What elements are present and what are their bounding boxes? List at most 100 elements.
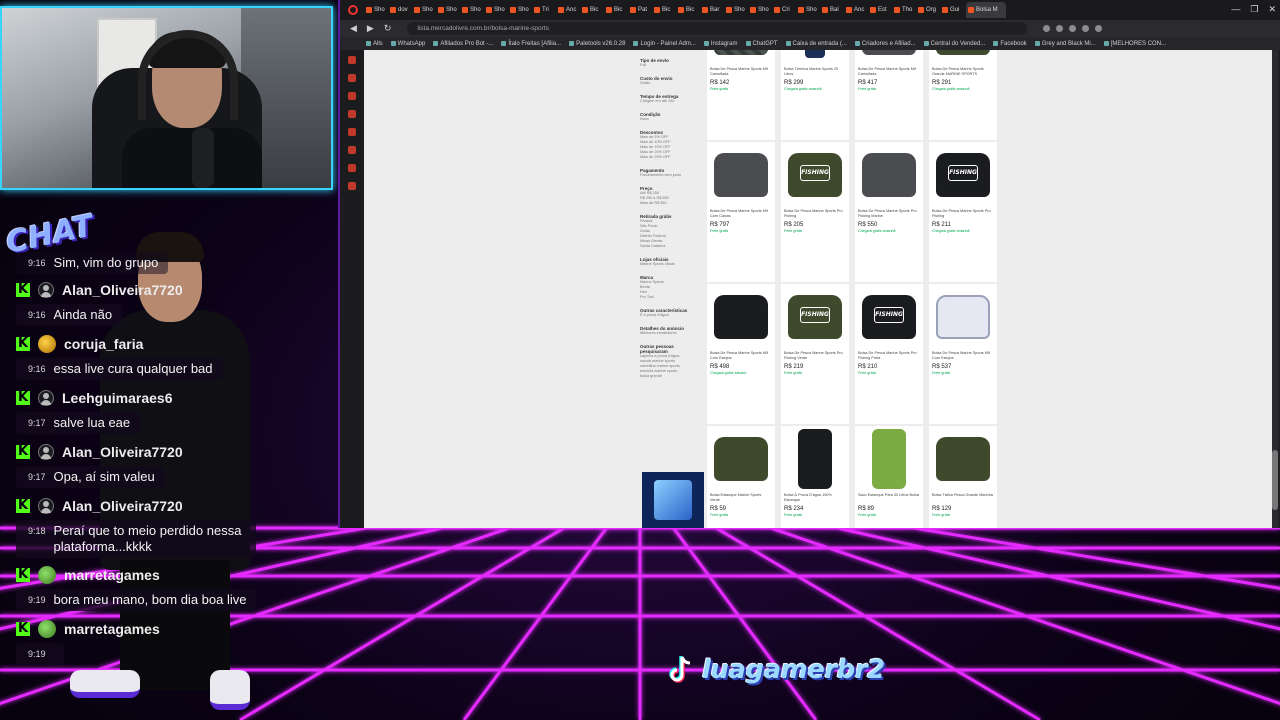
product-image[interactable]	[709, 428, 773, 490]
filter-option[interactable]: Chegam em até 24h	[640, 99, 698, 104]
product-image[interactable]	[931, 428, 995, 490]
filter-option[interactable]: bolsa grande	[640, 374, 698, 379]
close-icon[interactable]: ✕	[1268, 4, 1276, 15]
filter-option[interactable]: Melhores vendedores	[640, 331, 698, 336]
browser-tab[interactable]: Anc	[846, 2, 868, 18]
product-card[interactable]: Bolsa De Pesca Marine Sports Mlf Com Est…	[929, 284, 997, 424]
chat-username[interactable]: coruja_faria	[64, 336, 143, 352]
opera-gx-icon[interactable]	[348, 5, 358, 15]
browser-tab-active[interactable]: Bolsa M	[966, 2, 1006, 18]
filter-option[interactable]: É à prova d'água	[640, 313, 698, 318]
product-title[interactable]: Bolsa Térmica Marine Sports 20 Litros	[781, 66, 849, 80]
bookmark-item[interactable]: Login - Painel Adm...	[633, 41, 696, 47]
product-image[interactable]	[857, 428, 921, 490]
product-title[interactable]: Bolsa De Pesca Marine Sports Pro Fishing…	[855, 350, 923, 364]
product-title[interactable]: Bolsa De Pesca Marine Sports Mlf Com Cai…	[707, 208, 775, 222]
chat-username[interactable]: Alan_Oliveira7720	[62, 498, 183, 514]
product-image[interactable]	[783, 428, 847, 490]
product-card[interactable]: FISHING Bolsa De Pesca Marine Sports Pro …	[855, 284, 923, 424]
menu-icon[interactable]	[1095, 25, 1103, 32]
product-title[interactable]: Bolsa Tática Pesca Grande Marinha	[929, 492, 997, 506]
product-image[interactable]	[857, 50, 921, 64]
browser-tab[interactable]: Bic	[654, 2, 676, 18]
product-card[interactable]: Bolsa De Pesca Marine Sports Mlf Camufla…	[855, 50, 923, 140]
browser-tab[interactable]: Tri	[534, 2, 556, 18]
browser-tab[interactable]: Org	[918, 2, 940, 18]
browser-tab[interactable]: Sho	[438, 2, 460, 18]
browser-tab[interactable]: Sho	[486, 2, 508, 18]
filter-option[interactable]: Santa Catarina	[640, 244, 698, 249]
product-image[interactable]: FISHING	[783, 286, 847, 348]
chat-username[interactable]: Alan_Oliveira7720	[62, 444, 183, 460]
product-card[interactable]: Bolsa De Pesca Marine Sports Mlf Com Cai…	[707, 142, 775, 282]
product-image[interactable]	[931, 286, 995, 348]
sidebar-icon[interactable]	[348, 146, 356, 154]
product-image[interactable]	[709, 144, 773, 206]
filter-option[interactable]: Full	[640, 63, 698, 68]
product-card[interactable]: FISHING Bolsa De Pesca Marine Sports Pro …	[781, 284, 849, 424]
product-title[interactable]: Bolsa De Pesca Marine Sports Mlf Com Est…	[707, 350, 775, 364]
product-image[interactable]: FISHING	[931, 144, 995, 206]
filter-option[interactable]: Grátis	[640, 81, 698, 86]
product-card[interactable]: Bolsa De Pesca Marine Sports Mlf Camufla…	[707, 50, 775, 140]
browser-tab[interactable]: Bal	[822, 2, 844, 18]
product-title[interactable]: Bolsa De Pesca Marine Sports Pro Fishing	[929, 208, 997, 222]
filter-option[interactable]: Parcelamento sem juros	[640, 173, 698, 178]
reload-icon[interactable]: ↻	[384, 23, 392, 34]
product-image[interactable]: FISHING	[783, 144, 847, 206]
product-card[interactable]: Bolsa Estanque Marine Sports Verde R$ 59 F…	[707, 426, 775, 528]
bookmark-item[interactable]: Facebook	[993, 41, 1027, 47]
product-image[interactable]: FISHING	[857, 286, 921, 348]
product-card[interactable]: Saco Estanque Para 30 Litros Bolsa R$ 89 F…	[855, 426, 923, 528]
product-card[interactable]: Bolsa De Pesca Marine Sports Grande MARI…	[929, 50, 997, 140]
filter-option[interactable]: Novo	[640, 117, 698, 122]
sidebar-icon[interactable]	[348, 164, 356, 172]
bookmark-item[interactable]: Caixa de entrada (...	[785, 41, 847, 47]
browser-tab[interactable]: Sho	[510, 2, 532, 18]
bookmark-item[interactable]: Alls	[366, 41, 383, 47]
filter-option[interactable]: Pro Tool	[640, 295, 698, 300]
browser-tab[interactable]: Bic	[606, 2, 628, 18]
bookmark-item[interactable]: WhatsApp	[390, 41, 425, 47]
bookmark-item[interactable]: Ítalo Freitas [Afilia...	[501, 41, 561, 47]
product-image[interactable]	[709, 50, 773, 64]
download-icon[interactable]	[1082, 25, 1090, 32]
browser-tab[interactable]: Bic	[678, 2, 700, 18]
bookmark-icon[interactable]	[1069, 25, 1077, 32]
product-title[interactable]: Bolsa De Pesca Marine Sports Pro Fishing…	[855, 208, 923, 222]
product-title[interactable]: Bolsa De Pesca Marine Sports Pro Fishing	[781, 208, 849, 222]
bookmark-item[interactable]: Instagram	[703, 41, 738, 47]
sidebar-icon[interactable]	[348, 56, 356, 64]
browser-tab[interactable]: Cri	[774, 2, 796, 18]
product-card[interactable]: FISHING Bolsa De Pesca Marine Sports Pro …	[929, 142, 997, 282]
browser-tab[interactable]: Est	[870, 2, 892, 18]
filter-option[interactable]: Marine Sports oficial	[640, 262, 698, 267]
product-image[interactable]	[709, 286, 773, 348]
product-image[interactable]	[857, 144, 921, 206]
sidebar-icon[interactable]	[348, 182, 356, 190]
maximize-icon[interactable]: ❐	[1250, 4, 1258, 15]
product-card[interactable]: Bolsa Tática Pesca Grande Marinha R$ 129 F…	[929, 426, 997, 528]
browser-tab[interactable]: Sho	[726, 2, 748, 18]
browser-tab[interactable]: Gui	[942, 2, 964, 18]
product-image[interactable]	[931, 50, 995, 64]
browser-tab[interactable]: Sho	[798, 2, 820, 18]
bookmark-item[interactable]: [MELHORES CON...	[1103, 41, 1166, 47]
browser-tab[interactable]: Bar	[702, 2, 724, 18]
product-title[interactable]: Saco Estanque Para 30 Litros Bolsa	[855, 492, 923, 506]
product-image[interactable]	[783, 50, 847, 64]
browser-tab[interactable]: Pat	[630, 2, 652, 18]
extension-icon[interactable]	[1056, 25, 1064, 32]
back-icon[interactable]: ◀	[350, 23, 357, 34]
bookmark-item[interactable]: ChatGPT	[745, 41, 778, 47]
bookmark-item[interactable]: Central do Vended...	[923, 41, 985, 47]
browser-tab[interactable]: Tho	[894, 2, 916, 18]
product-card[interactable]: FISHING Bolsa De Pesca Marine Sports Pro …	[781, 142, 849, 282]
forward-icon[interactable]: ▶	[367, 23, 374, 34]
product-card[interactable]: Bolsa De Pesca Marine Sports Mlf Com Est…	[707, 284, 775, 424]
product-title[interactable]: Bolsa À Prova D'água 100% Estanque	[781, 492, 849, 506]
chat-username[interactable]: Alan_Oliveira7720	[62, 282, 183, 298]
chat-username[interactable]: Leehguimaraes6	[62, 390, 173, 406]
product-title[interactable]: Bolsa De Pesca Marine Sports Mlf Camufla…	[855, 66, 923, 80]
chat-username[interactable]: marretagames	[64, 621, 160, 637]
